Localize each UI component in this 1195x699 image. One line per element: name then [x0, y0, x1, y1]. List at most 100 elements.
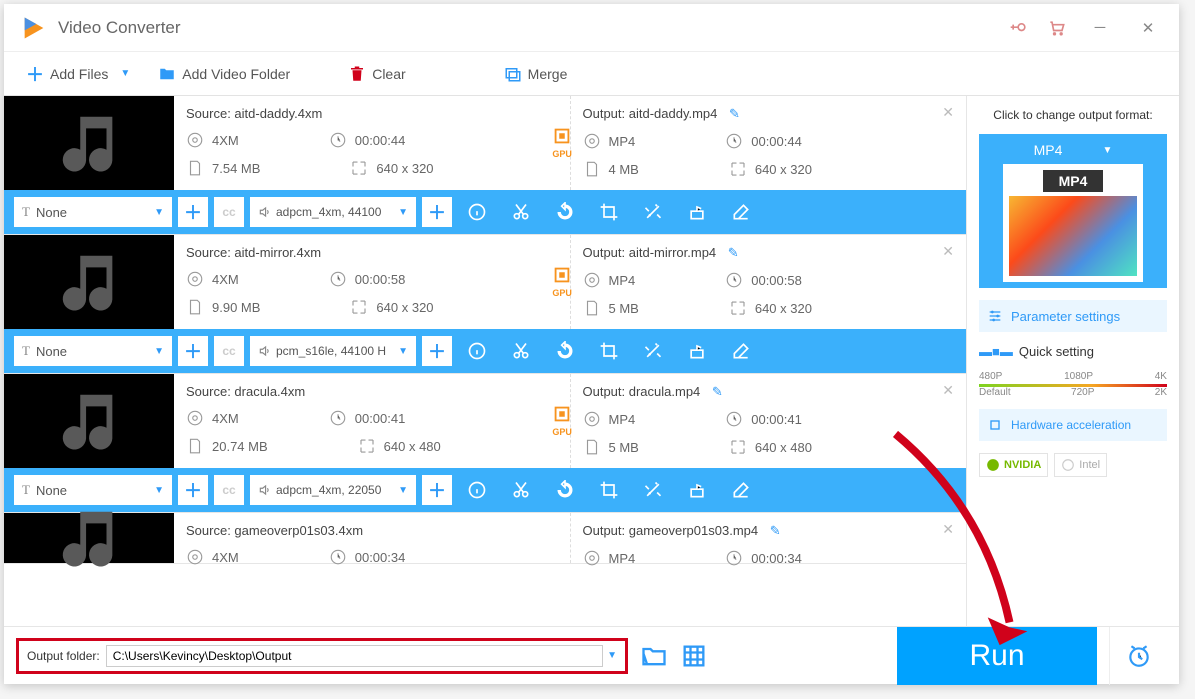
remove-item-button[interactable]: ✕ — [942, 382, 954, 399]
edit-icon[interactable]: ✎ — [770, 523, 781, 538]
output-format: MP4 — [609, 273, 636, 288]
item-action-bar: TNone▼ ＋ cc adpcm_4xm, 44100▼ ＋ — [4, 190, 966, 234]
chevron-down-icon[interactable]: ▼ — [607, 650, 617, 661]
thumbnail[interactable] — [4, 96, 174, 190]
info-icon[interactable] — [458, 197, 496, 227]
edit-icon[interactable] — [722, 475, 760, 505]
watermark-icon[interactable] — [678, 197, 716, 227]
cc-button[interactable]: cc — [214, 475, 244, 505]
cc-button[interactable]: cc — [214, 197, 244, 227]
disc-icon — [186, 409, 204, 427]
crop-icon[interactable] — [590, 336, 628, 366]
merge-button[interactable]: Merge — [494, 61, 578, 87]
output-folder-field[interactable]: Output folder: ▼ — [16, 638, 628, 674]
clock-icon — [329, 131, 347, 149]
format-thumbnail — [1009, 196, 1137, 276]
output-name: Output: gameoverp01s03.mp4 ✎ — [583, 523, 955, 539]
cart-icon[interactable] — [1047, 18, 1067, 38]
add-audio-button[interactable]: ＋ — [422, 336, 452, 366]
output-resolution: 640 x 320 — [755, 162, 812, 177]
schedule-button[interactable] — [1109, 627, 1167, 685]
remove-item-button[interactable]: ✕ — [942, 104, 954, 121]
rotate-icon[interactable] — [546, 475, 584, 505]
add-folder-label: Add Video Folder — [182, 66, 290, 82]
edit-icon[interactable]: ✎ — [729, 106, 740, 121]
add-subtitle-button[interactable]: ＋ — [178, 336, 208, 366]
music-note-icon — [54, 503, 124, 573]
audio-selector[interactable]: adpcm_4xm, 22050▼ — [250, 475, 416, 505]
effects-icon[interactable] — [634, 475, 672, 505]
subtitle-selector[interactable]: TNone▼ — [14, 475, 172, 505]
key-icon[interactable] — [1009, 18, 1029, 38]
cut-icon[interactable] — [502, 475, 540, 505]
file-icon — [583, 438, 601, 456]
nvidia-badge: NVIDIA — [979, 453, 1048, 477]
output-format-selector[interactable]: MP4▼ MP4 — [979, 134, 1167, 288]
intel-badge: Intel — [1054, 453, 1107, 477]
output-folder-input[interactable] — [106, 645, 603, 667]
effects-icon[interactable] — [634, 197, 672, 227]
cc-button[interactable]: cc — [214, 336, 244, 366]
source-name: Source: gameoverp01s03.4xm — [186, 523, 558, 538]
file-item: Source: aitd-mirror.4xm 4XM 00:00:58 9.9… — [4, 235, 966, 374]
watermark-icon[interactable] — [678, 475, 716, 505]
edit-icon[interactable] — [722, 197, 760, 227]
add-folder-button[interactable]: Add Video Folder — [148, 61, 300, 87]
disc-icon — [186, 131, 204, 149]
output-duration: 00:00:58 — [751, 273, 802, 288]
chevron-down-icon[interactable]: ▼ — [120, 68, 130, 79]
close-button[interactable]: ✕ — [1133, 13, 1163, 43]
clear-button[interactable]: Clear — [338, 61, 415, 87]
add-subtitle-button[interactable]: ＋ — [178, 475, 208, 505]
subtitle-selector[interactable]: TNone▼ — [14, 197, 172, 227]
thumbnail[interactable] — [4, 513, 174, 563]
run-button[interactable]: Run — [897, 627, 1097, 685]
add-subtitle-button[interactable]: ＋ — [178, 197, 208, 227]
crop-icon[interactable] — [590, 475, 628, 505]
watermark-icon[interactable] — [678, 336, 716, 366]
quality-slider[interactable]: 480P1080P4K Default720P2K — [979, 371, 1167, 397]
add-audio-button[interactable]: ＋ — [422, 197, 452, 227]
info-icon[interactable] — [458, 475, 496, 505]
edit-icon[interactable]: ✎ — [728, 245, 739, 260]
add-files-button[interactable]: ＋ Add Files ▼ — [16, 57, 140, 91]
app-logo — [20, 14, 48, 42]
open-folder-icon[interactable] — [640, 642, 668, 670]
audio-selector[interactable]: pcm_s16le, 44100 H▼ — [250, 336, 416, 366]
cut-icon[interactable] — [502, 197, 540, 227]
remove-item-button[interactable]: ✕ — [942, 243, 954, 260]
source-name: Source: dracula.4xm — [186, 384, 558, 399]
format-name: MP4 — [1034, 142, 1063, 158]
edit-icon[interactable]: ✎ — [712, 384, 723, 399]
folder-icon — [158, 65, 176, 83]
cut-icon[interactable] — [502, 336, 540, 366]
output-resolution: 640 x 320 — [755, 301, 812, 316]
clear-label: Clear — [372, 66, 405, 82]
music-note-icon — [54, 247, 124, 317]
film-icon[interactable] — [680, 642, 708, 670]
file-icon — [186, 437, 204, 455]
file-item: Source: aitd-daddy.4xm 4XM 00:00:44 7.54… — [4, 96, 966, 235]
file-icon — [186, 159, 204, 177]
audio-selector[interactable]: adpcm_4xm, 44100▼ — [250, 197, 416, 227]
disc-icon — [583, 271, 601, 289]
clock-icon — [329, 548, 347, 566]
disc-icon — [583, 549, 601, 567]
rotate-icon[interactable] — [546, 336, 584, 366]
output-duration: 00:00:41 — [751, 412, 802, 427]
minimize-button[interactable]: ─ — [1085, 13, 1115, 43]
add-audio-button[interactable]: ＋ — [422, 475, 452, 505]
thumbnail[interactable] — [4, 235, 174, 329]
hardware-accel-toggle[interactable]: Hardware acceleration — [979, 409, 1167, 441]
crop-icon[interactable] — [590, 197, 628, 227]
effects-icon[interactable] — [634, 336, 672, 366]
edit-icon[interactable] — [722, 336, 760, 366]
rotate-icon[interactable] — [546, 197, 584, 227]
source-resolution: 640 x 480 — [384, 439, 441, 454]
parameter-settings-button[interactable]: Parameter settings — [979, 300, 1167, 332]
info-icon[interactable] — [458, 336, 496, 366]
subtitle-selector[interactable]: TNone▼ — [14, 336, 172, 366]
thumbnail[interactable] — [4, 374, 174, 468]
file-icon — [186, 298, 204, 316]
remove-item-button[interactable]: ✕ — [942, 521, 954, 538]
